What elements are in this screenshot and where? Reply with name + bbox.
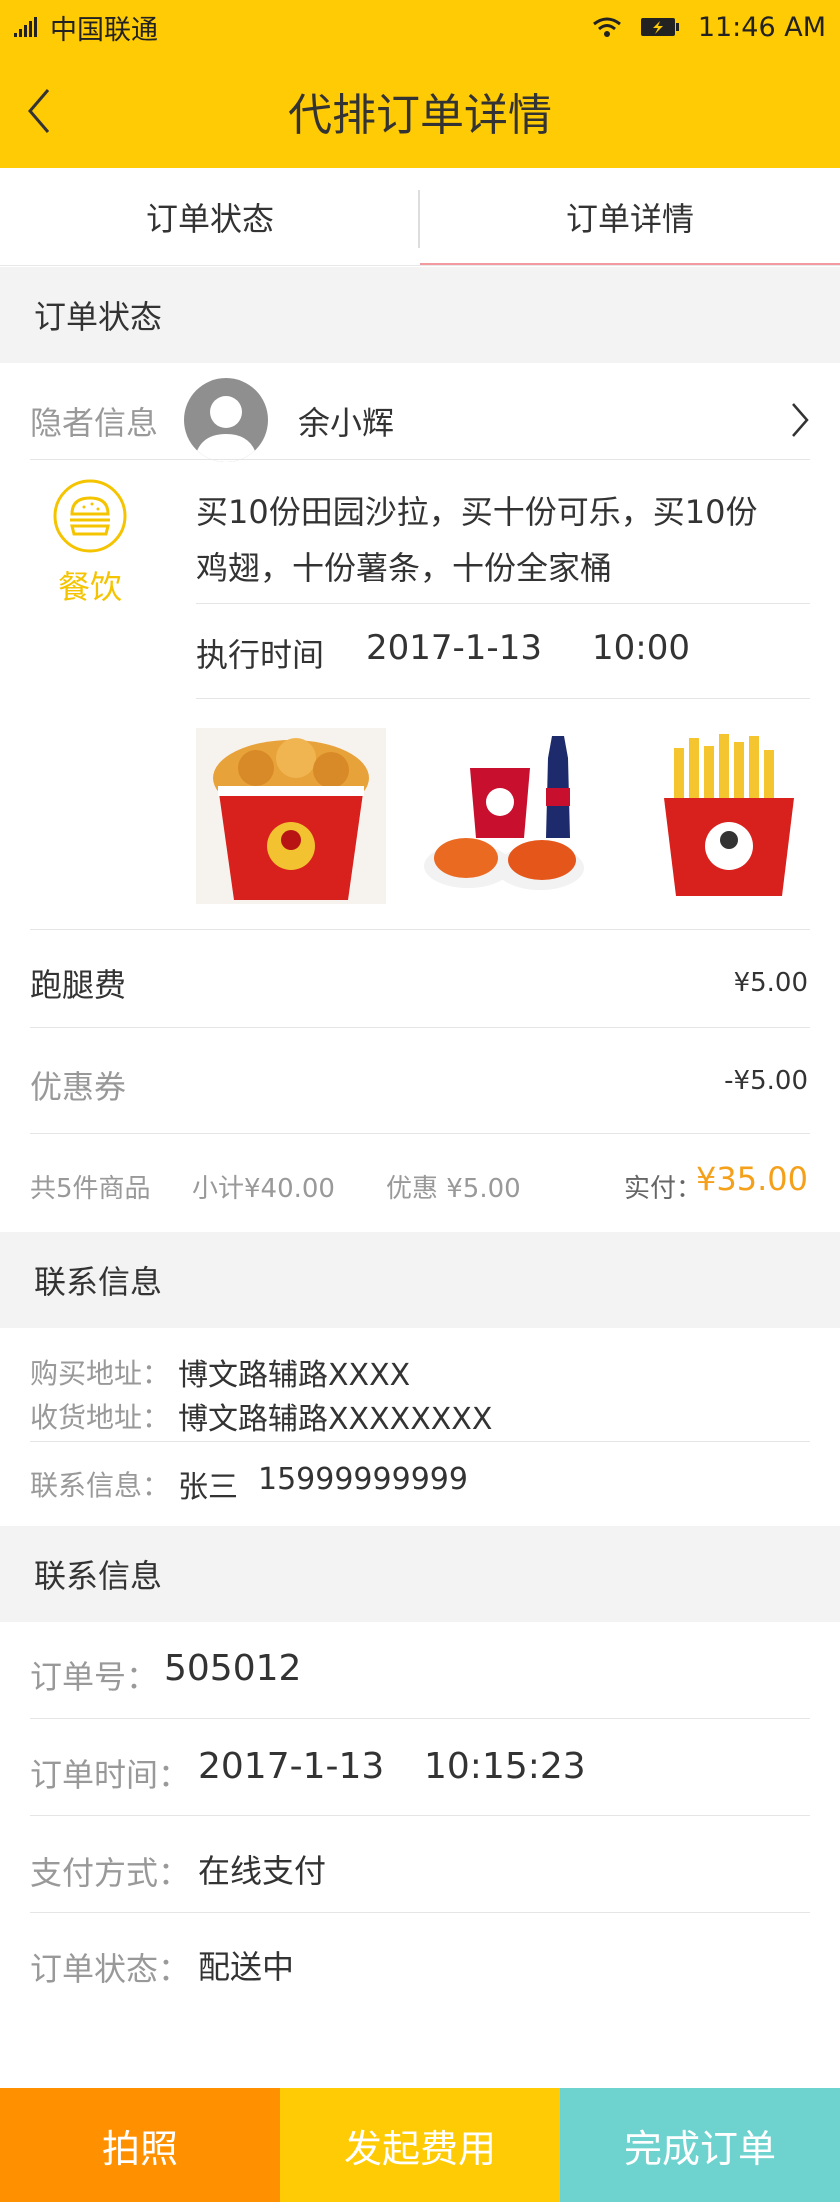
- status-bar: 中国联通 11:46 AM: [0, 0, 840, 54]
- fries-image[interactable]: [634, 728, 824, 904]
- tab-order-status[interactable]: 订单状态: [0, 168, 420, 265]
- order-description-line-2: 鸡翅，十份薯条，十份全家桶: [196, 549, 613, 587]
- category-label: 餐饮: [58, 568, 123, 606]
- order-state-label: 订单状态：: [30, 1950, 191, 1988]
- section-header-contact-info: 联系信息: [0, 1232, 840, 1328]
- clock: 11:46 AM: [697, 11, 826, 43]
- bottom-action-bar: 拍照 发起费用 完成订单: [0, 2088, 840, 2202]
- avatar[interactable]: [184, 378, 268, 462]
- exec-label: 执行时间: [196, 636, 325, 674]
- order-time-label: 订单时间：: [30, 1756, 191, 1794]
- payment-method-label: 支付方式：: [30, 1854, 191, 1892]
- signal-icon: [14, 17, 37, 37]
- divider: [196, 698, 810, 699]
- hermit-name: 余小辉: [298, 404, 395, 442]
- section-header-order-status: 订单状态: [0, 267, 840, 363]
- chevron-right-icon[interactable]: [790, 402, 810, 438]
- contact-phone[interactable]: 15999999999: [258, 1462, 468, 1497]
- divider: [196, 603, 810, 604]
- run-fee-label: 跑腿费: [30, 966, 127, 1004]
- coupon-label: 优惠券: [30, 1068, 127, 1106]
- order-number-label: 订单号：: [30, 1658, 159, 1696]
- payment-method: 在线支付: [198, 1852, 327, 1890]
- buy-address: 博文路辅路XXXX: [178, 1358, 411, 1393]
- order-time: 10:15:23: [424, 1746, 586, 1787]
- page-title: 代排订单详情: [288, 90, 552, 141]
- carrier-name: 中国联通: [50, 14, 158, 46]
- exec-date: 2017-1-13: [366, 628, 542, 668]
- order-date: 2017-1-13: [198, 1746, 385, 1787]
- receive-address: 博文路辅路XXXXXXXX: [178, 1402, 493, 1437]
- back-arrow-icon[interactable]: [20, 86, 60, 136]
- receive-address-label: 收货地址：: [30, 1401, 171, 1434]
- order-number: 505012: [164, 1648, 302, 1689]
- paid-amount: ¥35.00: [696, 1160, 808, 1198]
- divider: [30, 1718, 810, 1719]
- chicken-cola-image[interactable]: [418, 728, 608, 904]
- divider: [30, 1441, 810, 1442]
- coupon-value: -¥5.00: [724, 1066, 808, 1096]
- tab-divider: [418, 190, 420, 248]
- order-description: 买10份田园沙拉，买十份可乐，买10份 鸡翅，十份薯条，十份全家桶: [196, 484, 757, 596]
- divider: [30, 459, 810, 460]
- divider: [30, 1912, 810, 1913]
- battery-icon: [640, 18, 679, 36]
- divider: [30, 929, 810, 930]
- complete-order-button[interactable]: 完成订单: [560, 2088, 840, 2202]
- chicken-bucket-image[interactable]: [196, 728, 386, 904]
- item-count: 共5件商品: [30, 1174, 151, 1204]
- divider: [30, 1027, 810, 1028]
- user-silhouette-icon: [194, 396, 258, 462]
- subtotal: 小计¥40.00: [192, 1174, 335, 1204]
- contact-info-label: 联系信息：: [30, 1469, 171, 1502]
- hermit-label: 隐者信息: [30, 404, 159, 442]
- burger-icon: [53, 479, 127, 553]
- contact-name: 张三: [178, 1470, 238, 1505]
- run-fee-value: ¥5.00: [733, 968, 808, 998]
- section-header-order-info: 联系信息: [0, 1526, 840, 1622]
- tab-order-details[interactable]: 订单详情: [420, 168, 840, 265]
- divider: [30, 1133, 810, 1134]
- discount: 优惠 ¥5.00: [386, 1174, 521, 1204]
- buy-address-label: 购买地址：: [30, 1357, 171, 1390]
- initiate-fee-button[interactable]: 发起费用: [280, 2088, 560, 2202]
- order-description-line-1: 买10份田园沙拉，买十份可乐，买10份: [196, 493, 758, 531]
- paid-label: 实付：: [624, 1174, 703, 1204]
- wifi-icon: [592, 17, 621, 37]
- exec-time: 10:00: [592, 628, 690, 668]
- tab-bar: 订单状态 订单详情: [0, 168, 840, 266]
- divider: [30, 1815, 810, 1816]
- order-state: 配送中: [198, 1948, 295, 1986]
- photo-button[interactable]: 拍照: [0, 2088, 280, 2202]
- nav-header: 代排订单详情: [0, 54, 840, 168]
